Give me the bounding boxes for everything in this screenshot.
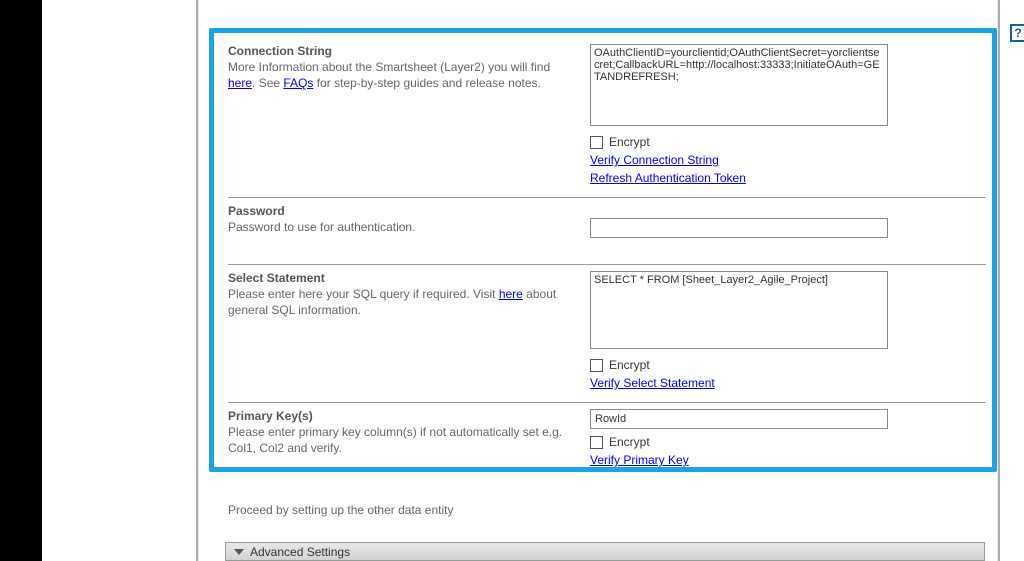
- advanced-settings-label: Advanced Settings: [250, 545, 350, 559]
- connection-string-input[interactable]: [590, 44, 888, 126]
- divider-1: [228, 197, 986, 198]
- advanced-settings-bar[interactable]: Advanced Settings: [225, 542, 985, 561]
- pk-encrypt-checkbox[interactable]: [590, 436, 603, 449]
- cs-link-faq[interactable]: FAQs: [283, 76, 313, 90]
- panel-left-border: [196, 0, 198, 561]
- primary-key-input[interactable]: [590, 409, 888, 429]
- verify-primary-key-link[interactable]: Verify Primary Key: [590, 453, 689, 467]
- form-content: Connection String More Information about…: [228, 44, 986, 467]
- divider-2: [228, 264, 986, 265]
- left-black-margin: [0, 0, 42, 561]
- pk-title: Primary Key(s): [228, 409, 572, 423]
- verify-connection-string-link[interactable]: Verify Connection String: [590, 153, 719, 167]
- password-input[interactable]: [590, 218, 888, 238]
- cs-link-here[interactable]: here: [228, 76, 252, 90]
- chevron-down-icon: [234, 549, 244, 555]
- connection-string-desc: More Information about the Smartsheet (L…: [228, 59, 572, 91]
- cs-desc-c: for step-by-step guides and release note…: [313, 76, 540, 90]
- ss-encrypt-checkbox[interactable]: [590, 359, 603, 372]
- cs-encrypt-label: Encrypt: [609, 135, 650, 149]
- row-connection-string: Connection String More Information about…: [228, 44, 986, 193]
- pk-encrypt-label: Encrypt: [609, 435, 650, 449]
- refresh-auth-token-link[interactable]: Refresh Authentication Token: [590, 171, 746, 185]
- select-statement-input[interactable]: [590, 271, 888, 349]
- cs-encrypt-checkbox[interactable]: [590, 136, 603, 149]
- connection-string-title: Connection String: [228, 44, 572, 58]
- password-title: Password: [228, 204, 572, 218]
- help-icon[interactable]: ?: [1010, 24, 1024, 42]
- row-select-statement: Select Statement Please enter here your …: [228, 271, 986, 398]
- ss-encrypt-label: Encrypt: [609, 358, 650, 372]
- select-desc: Please enter here your SQL query if requ…: [228, 286, 572, 318]
- ss-link-here[interactable]: here: [499, 287, 523, 301]
- verify-select-statement-link[interactable]: Verify Select Statement: [590, 376, 715, 390]
- proceed-text: Proceed by setting up the other data ent…: [228, 503, 453, 517]
- panel-right-border: [998, 0, 1000, 561]
- ss-desc-a: Please enter here your SQL query if requ…: [228, 287, 499, 301]
- select-title: Select Statement: [228, 271, 572, 285]
- cs-desc-a: More Information about the Smartsheet (L…: [228, 60, 550, 74]
- row-primary-key: Primary Key(s) Please enter primary key …: [228, 409, 986, 467]
- cs-desc-b: . See: [252, 76, 283, 90]
- pk-desc: Please enter primary key column(s) if no…: [228, 424, 572, 456]
- row-password: Password Password to use for authenticat…: [228, 204, 986, 260]
- divider-3: [228, 402, 986, 403]
- password-desc: Password to use for authentication.: [228, 219, 572, 235]
